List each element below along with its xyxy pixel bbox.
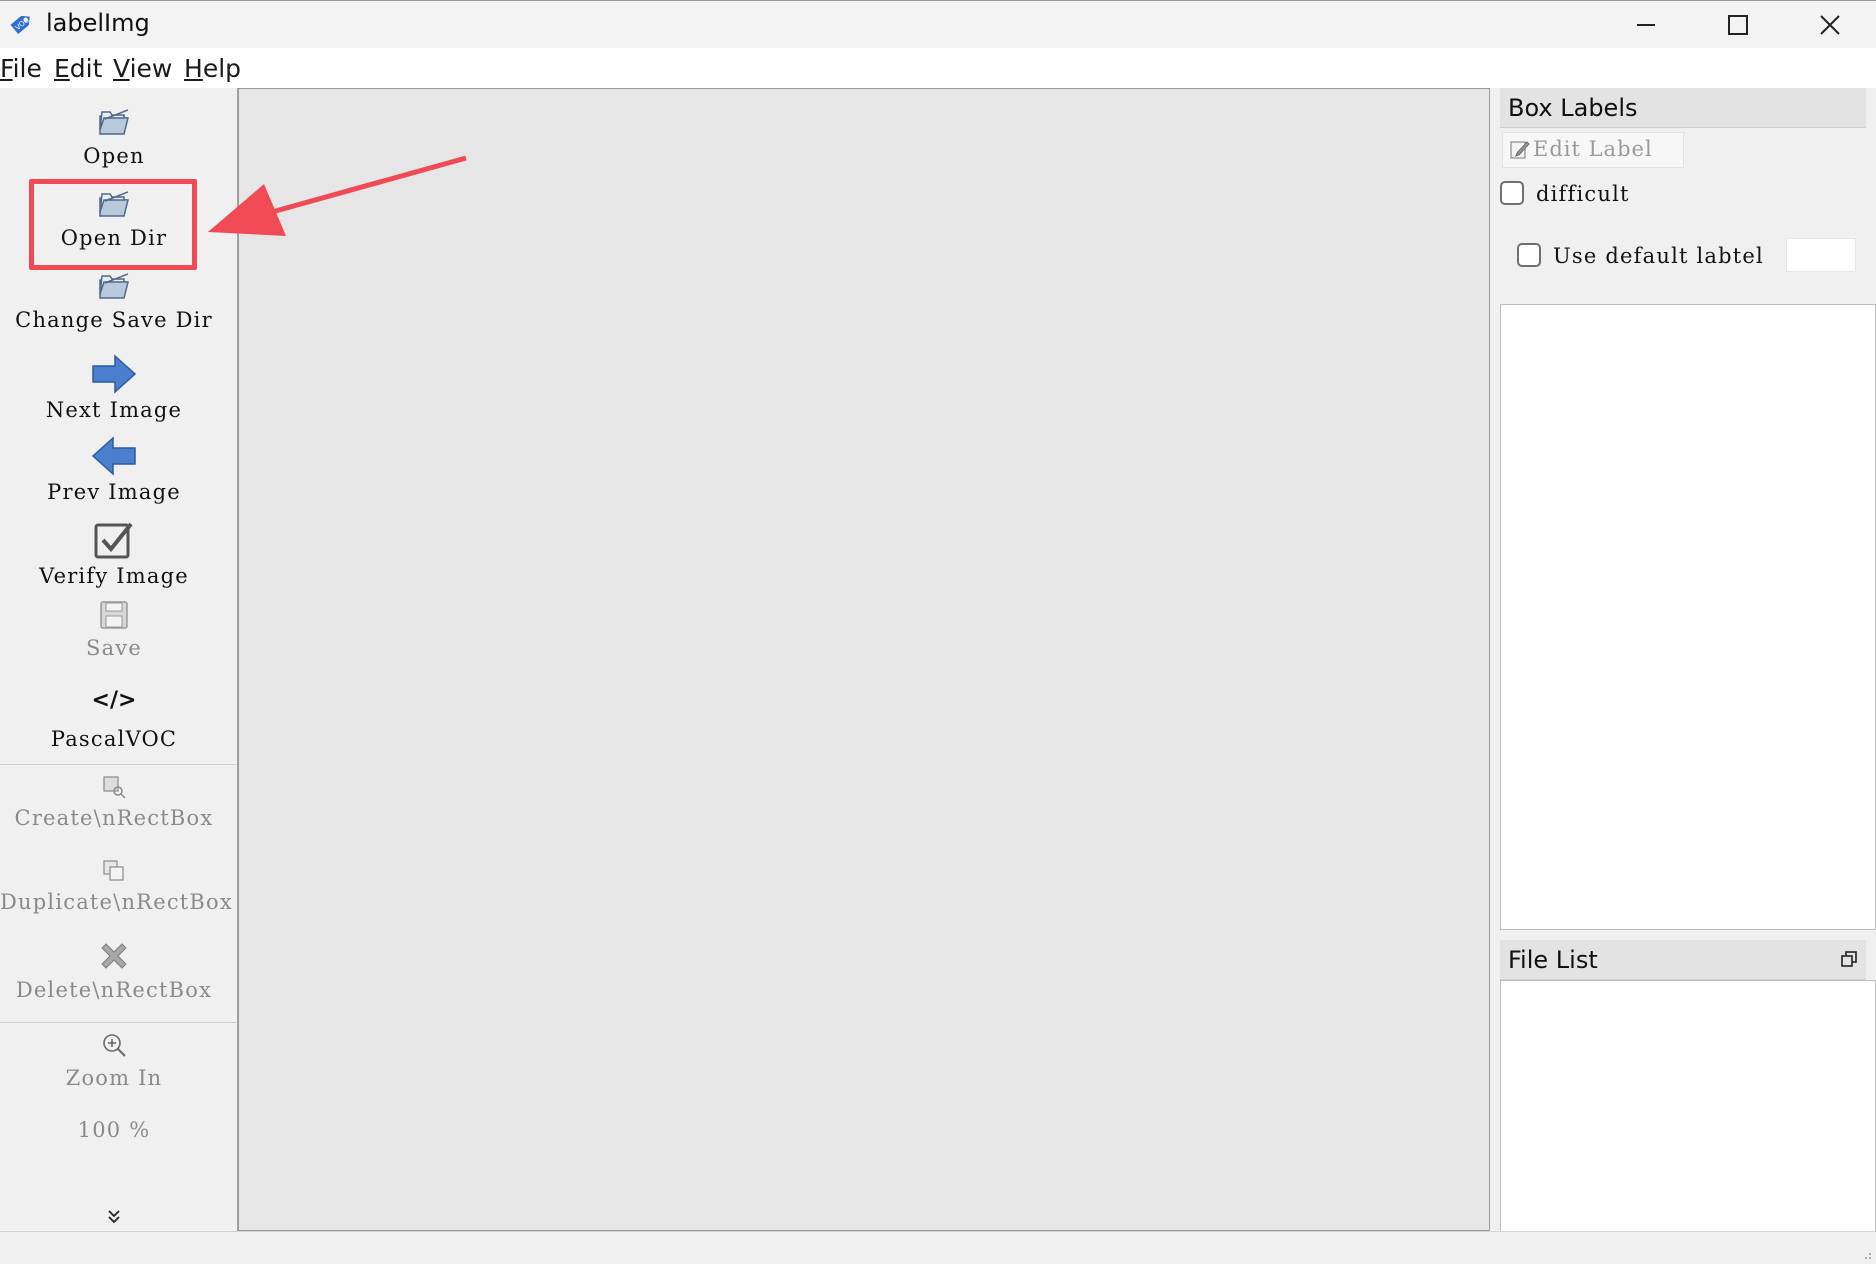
maximize-icon bbox=[1728, 15, 1748, 35]
right-dock: Box Labels Edit Label difficult Use defa… bbox=[1490, 88, 1876, 1264]
zoom-in-icon bbox=[103, 1034, 126, 1057]
delete-rectbox-label: Delete\nRectBox bbox=[15, 978, 213, 1002]
difficult-label: difficult bbox=[1536, 182, 1630, 206]
file-list-title-text: File List bbox=[1508, 946, 1598, 974]
verify-image-label: Verify Image bbox=[39, 564, 189, 588]
next-image-button[interactable]: Next Image bbox=[0, 354, 228, 422]
menu-edit[interactable]: Edit bbox=[54, 54, 102, 83]
delete-rectbox-button[interactable]: Delete\nRectBox bbox=[0, 940, 228, 1002]
checkbox-checked-icon bbox=[94, 522, 133, 559]
close-button[interactable] bbox=[1784, 1, 1876, 49]
annotation-arrow-icon bbox=[208, 155, 467, 236]
duplicate-icon bbox=[103, 860, 124, 881]
open-button[interactable]: Open bbox=[0, 104, 228, 168]
title-bar: VOC labelImg bbox=[0, 0, 1876, 48]
file-list[interactable] bbox=[1500, 980, 1876, 1264]
window-title: labelImg bbox=[46, 9, 150, 37]
toolbar-separator bbox=[0, 764, 236, 765]
duplicate-rectbox-button[interactable]: Duplicate\nRectBox bbox=[0, 858, 233, 914]
menu-file[interactable]: File bbox=[0, 54, 42, 83]
default-label-input[interactable] bbox=[1786, 238, 1856, 272]
format-label: PascalVOC bbox=[50, 727, 178, 751]
create-rectbox-label: Create\nRectBox bbox=[14, 806, 214, 830]
image-canvas[interactable] bbox=[238, 88, 1490, 1231]
menu-view[interactable]: View bbox=[113, 54, 172, 83]
folder-open-icon bbox=[99, 273, 129, 299]
minimize-button[interactable] bbox=[1600, 1, 1692, 49]
zoom-in-label: Zoom In bbox=[65, 1066, 163, 1090]
zoom-level-spinbox[interactable]: 100 % bbox=[0, 1118, 228, 1142]
box-labels-list[interactable] bbox=[1500, 304, 1876, 930]
code-brackets-icon: </> bbox=[91, 688, 137, 713]
zoom-level-value: 100 % bbox=[77, 1118, 151, 1142]
edit-pencil-icon bbox=[1510, 141, 1530, 159]
format-toggle-button[interactable]: </> PascalVOC bbox=[0, 688, 228, 751]
create-rectbox-button[interactable]: Create\nRectBox bbox=[0, 774, 228, 830]
prev-image-label: Prev Image bbox=[47, 480, 181, 504]
zoom-in-button[interactable]: Zoom In bbox=[0, 1032, 228, 1090]
next-image-label: Next Image bbox=[45, 398, 183, 422]
folder-open-icon bbox=[99, 109, 129, 135]
double-chevron-down-icon bbox=[108, 1210, 120, 1224]
float-dock-icon[interactable] bbox=[1840, 950, 1858, 968]
menu-bar: File Edit View Help bbox=[0, 48, 1876, 88]
minimize-icon bbox=[1637, 24, 1655, 26]
open-label: Open bbox=[83, 144, 145, 168]
verify-image-button[interactable]: Verify Image bbox=[0, 520, 228, 588]
use-default-label-text: Use default labtel bbox=[1553, 244, 1764, 268]
save-button[interactable]: Save bbox=[0, 600, 228, 660]
open-dir-highlight-box bbox=[29, 179, 197, 270]
file-list-title: File List bbox=[1500, 940, 1866, 980]
arrow-left-icon bbox=[91, 436, 136, 476]
close-icon bbox=[1820, 15, 1840, 35]
edit-label-button[interactable]: Edit Label bbox=[1502, 132, 1684, 168]
edit-label-text: Edit Label bbox=[1533, 137, 1653, 161]
change-save-dir-label: Change Save Dir bbox=[15, 308, 213, 332]
use-default-label-checkbox[interactable] bbox=[1517, 243, 1541, 267]
voc-tag-icon: VOC bbox=[10, 15, 31, 35]
resize-grip-icon[interactable] bbox=[1860, 1248, 1872, 1260]
save-label: Save bbox=[86, 636, 142, 660]
status-bar bbox=[0, 1231, 1876, 1264]
create-rect-icon bbox=[103, 776, 126, 799]
arrow-right-icon bbox=[92, 354, 137, 394]
delete-x-icon bbox=[101, 943, 127, 969]
prev-image-button[interactable]: Prev Image bbox=[0, 436, 228, 504]
menu-help[interactable]: Help bbox=[184, 54, 241, 83]
difficult-checkbox[interactable] bbox=[1500, 181, 1524, 205]
box-labels-title: Box Labels bbox=[1500, 88, 1866, 128]
toolbar-overflow-button[interactable] bbox=[0, 1208, 228, 1226]
change-save-dir-button[interactable]: Change Save Dir bbox=[0, 268, 228, 332]
maximize-button[interactable] bbox=[1692, 1, 1784, 49]
toolbar-separator bbox=[0, 1022, 236, 1023]
floppy-disk-icon bbox=[100, 601, 128, 629]
duplicate-rectbox-label: Duplicate\nRectBox bbox=[0, 890, 233, 914]
